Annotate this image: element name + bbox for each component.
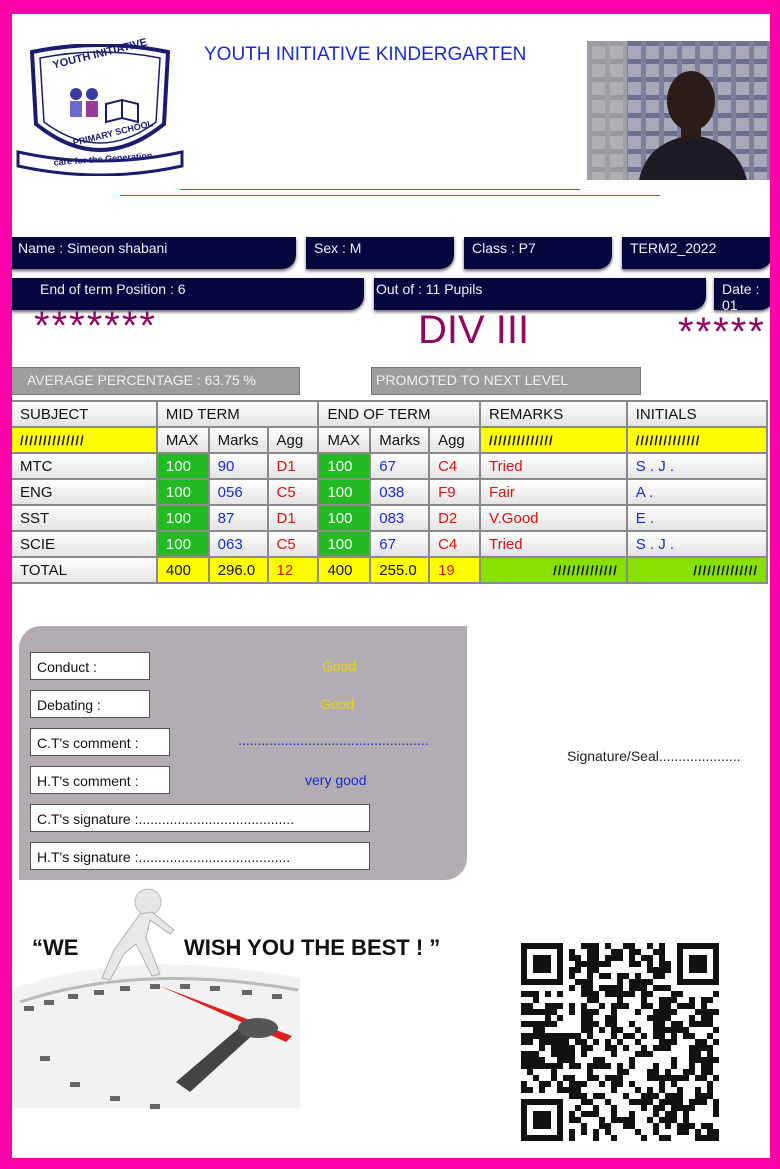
mid-marks-cell: 056 (207, 478, 269, 506)
total-end-max: 400 (317, 556, 372, 584)
hatch-cell: ////////////// (625, 426, 769, 454)
table-row: MTC 100 90 D1 100 67 C4 Tried S . J . (12, 452, 769, 480)
mid-agg-cell: C5 (266, 530, 320, 558)
subheader-marks: Marks (369, 426, 431, 454)
pupil-name: Name : Simeon shabani (12, 237, 296, 269)
remark-cell: Fair (479, 478, 628, 506)
table-row: ENG 100 056 C5 100 038 F9 Fair A . (12, 478, 769, 506)
initials-cell: S . J . (625, 452, 769, 480)
remark-cell: V.Good (479, 504, 628, 532)
school-name: YOUTH INITIATIVE KINDERGARTEN (204, 44, 527, 65)
total-end-agg: 19 (428, 556, 482, 584)
subheader-agg: Agg (266, 426, 320, 454)
marks-table: SUBJECT MID TERM END OF TERM REMARKS INI… (12, 400, 769, 584)
qr-code (521, 943, 719, 1141)
table-header-row: SUBJECT MID TERM END OF TERM REMARKS INI… (12, 400, 769, 428)
subheader-max: MAX (155, 426, 210, 454)
subject-cell: MTC (12, 452, 158, 480)
header-remarks: REMARKS (479, 400, 628, 428)
promotion-status: PROMOTED TO NEXT LEVEL (371, 367, 641, 395)
stars-left: ******* (34, 304, 157, 348)
debating-value: Good (320, 696, 355, 712)
subject-cell: SCIE (12, 530, 158, 558)
conduct-label: Conduct : (30, 652, 150, 680)
end-agg-cell: F9 (428, 478, 482, 506)
signature-seal: Signature/Seal..................... (567, 748, 741, 764)
table-subheader-row: ////////////// MAX Marks Agg MAX Marks A… (12, 426, 769, 454)
mid-max-cell: 100 (155, 452, 210, 480)
initials-cell: E . (625, 504, 769, 532)
mid-max-cell: 100 (155, 530, 210, 558)
debating-label: Debating : (30, 690, 150, 718)
mid-agg-cell: C5 (266, 478, 320, 506)
pupil-class: Class : P7 (464, 237, 612, 269)
table-row: SST 100 87 D1 100 083 D2 V.Good E . (12, 504, 769, 532)
end-max-cell: 100 (317, 478, 372, 506)
end-max-cell: 100 (317, 504, 372, 532)
divider-line (180, 189, 580, 190)
ht-signature: H.T's signature :.......................… (30, 842, 370, 870)
report-card: YOUTH INITIATIVE PRIMARY SCHOOL care for… (12, 14, 770, 1158)
header-subject: SUBJECT (12, 400, 158, 428)
initials-cell: A . (625, 478, 769, 506)
initials-cell: S . J . (625, 530, 769, 558)
division: DIV III (418, 308, 530, 352)
term: TERM2_2022 (622, 237, 770, 269)
total-label: TOTAL (12, 556, 158, 584)
end-marks-cell: 038 (369, 478, 431, 506)
hatch-cell: ////////////// (625, 556, 769, 584)
mid-agg-cell: D1 (266, 504, 320, 532)
table-row: SCIE 100 063 C5 100 67 C4 Tried S . J . (12, 530, 769, 558)
end-marks-cell: 67 (369, 452, 431, 480)
end-max-cell: 100 (317, 530, 372, 558)
total-mid-agg: 12 (266, 556, 320, 584)
ct-signature: C.T's signature :.......................… (30, 804, 370, 832)
table-total-row: TOTAL 400 296.0 12 400 255.0 19 ////////… (12, 556, 769, 584)
mid-marks-cell: 063 (207, 530, 269, 558)
mid-max-cell: 100 (155, 478, 210, 506)
subject-cell: SST (12, 504, 158, 532)
header-mid-term: MID TERM (155, 400, 320, 428)
ht-comment-value: very good (305, 772, 367, 788)
total-mid-marks: 296.0 (207, 556, 269, 584)
mid-max-cell: 100 (155, 504, 210, 532)
ht-comment-label: H.T's comment : (30, 766, 170, 794)
subject-cell: ENG (12, 478, 158, 506)
end-marks-cell: 083 (369, 504, 431, 532)
total-mid-max: 400 (155, 556, 210, 584)
remark-cell: Tried (479, 530, 628, 558)
ct-comment-label: C.T's comment : (30, 728, 170, 756)
motto-part-1: “WE (32, 935, 79, 960)
report-date: Date : 01 (714, 278, 770, 310)
pupil-photo (587, 41, 770, 180)
mid-agg-cell: D1 (266, 452, 320, 480)
stars-right: ***** (678, 310, 766, 354)
out-of-pupils: Out of : 11 Pupils (374, 278, 706, 310)
average-percentage: AVERAGE PERCENTAGE : 63.75 % (12, 367, 300, 395)
ct-comment-value: ........................................… (238, 732, 429, 748)
header-initials: INITIALS (625, 400, 769, 428)
mid-marks-cell: 87 (207, 504, 269, 532)
motto-part-2: WISH YOU THE BEST ! ” (184, 935, 441, 960)
subheader-agg: Agg (428, 426, 482, 454)
hatch-cell: ////////////// (12, 426, 158, 454)
total-end-marks: 255.0 (369, 556, 431, 584)
subheader-marks: Marks (207, 426, 269, 454)
hatch-cell: ////////////// (479, 426, 628, 454)
header-end-term: END OF TERM (317, 400, 482, 428)
divider-line (120, 195, 660, 196)
conduct-value: Good (322, 658, 357, 674)
hatch-cell: ////////////// (479, 556, 628, 584)
end-agg-cell: D2 (428, 504, 482, 532)
subheader-max: MAX (317, 426, 372, 454)
remark-cell: Tried (479, 452, 628, 480)
end-max-cell: 100 (317, 452, 372, 480)
end-agg-cell: C4 (428, 452, 482, 480)
comments-panel: Conduct : Good Debating : Good C.T's com… (19, 626, 467, 880)
mid-marks-cell: 90 (207, 452, 269, 480)
end-marks-cell: 67 (369, 530, 431, 558)
end-agg-cell: C4 (428, 530, 482, 558)
running-figure-clock-illustration (12, 888, 300, 1109)
pupil-sex: Sex : M (306, 237, 454, 269)
